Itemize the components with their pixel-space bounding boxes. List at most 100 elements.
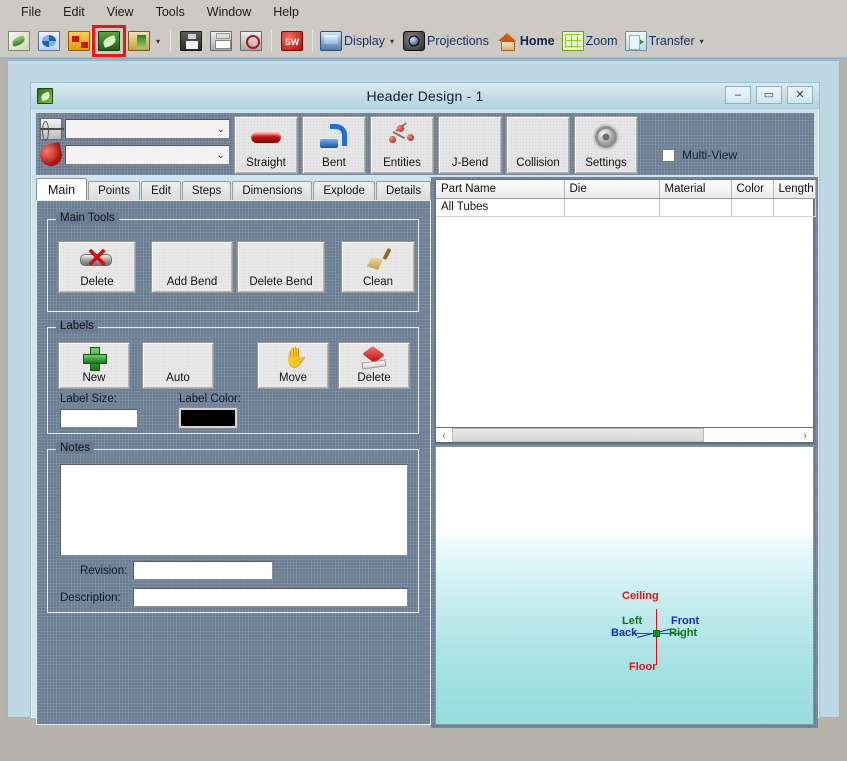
label-auto-button[interactable]: Auto <box>142 342 214 389</box>
home-label: Home <box>519 34 555 48</box>
multi-view-checkbox-row[interactable]: Multi-View <box>662 148 737 162</box>
print-preview-button[interactable] <box>236 27 266 55</box>
column-header-material[interactable]: Material <box>659 180 732 199</box>
transfer-label: Transfer <box>648 34 695 48</box>
straight-label: Straight <box>246 157 286 169</box>
scroll-track[interactable] <box>452 428 797 442</box>
new-button[interactable] <box>4 27 34 55</box>
axis-label-front: Front <box>671 615 700 627</box>
hand-icon: ✋ <box>283 346 308 369</box>
window-title-bar[interactable]: Header Design - 1 – ▭ ✕ <box>31 83 819 109</box>
save-button[interactable] <box>176 27 206 55</box>
cell-material[interactable] <box>659 198 732 217</box>
combo-column: ⌄ ⌄ <box>37 116 230 169</box>
3d-viewport[interactable]: Ceiling Left Front Back Right Floor <box>435 446 814 725</box>
zoom-grid-icon <box>561 31 584 51</box>
application-window: File Edit View Tools Window Help ▾ SW Di… <box>0 0 847 761</box>
transfer-chevron-down-icon[interactable]: ▾ <box>700 37 704 46</box>
export-button[interactable] <box>124 27 154 55</box>
transfer-button[interactable]: Transfer ▾ <box>623 31 711 51</box>
revision-input[interactable] <box>133 561 273 580</box>
settings-button[interactable]: Settings <box>574 116 638 174</box>
open-button[interactable] <box>34 27 64 55</box>
label-color-swatch[interactable] <box>178 407 238 429</box>
entities-button[interactable]: Entities <box>370 116 434 174</box>
bent-label: Bent <box>322 157 346 169</box>
menu-item-view[interactable]: View <box>96 3 145 21</box>
print-button[interactable] <box>206 27 236 55</box>
window-buttons: – ▭ ✕ <box>725 86 813 104</box>
tab-details[interactable]: Details <box>375 181 432 200</box>
parts-table-horizontal-scrollbar[interactable]: ‹ › <box>435 427 814 443</box>
die-combo[interactable]: ⌄ <box>65 119 230 139</box>
new-icon <box>8 31 30 51</box>
column-header-part-name[interactable]: Part Name <box>436 180 565 199</box>
home-button[interactable]: Home <box>494 31 560 51</box>
projections-camera-icon <box>403 31 426 51</box>
label-size-input[interactable] <box>60 409 138 428</box>
tab-points[interactable]: Points <box>88 181 141 200</box>
tab-steps[interactable]: Steps <box>181 181 232 200</box>
menu-item-tools[interactable]: Tools <box>145 3 196 21</box>
label-new-button[interactable]: New <box>58 342 130 389</box>
clean-button[interactable]: Clean <box>341 241 415 293</box>
home-icon <box>496 31 518 51</box>
parts-library-button[interactable] <box>64 27 94 55</box>
bent-button[interactable]: Bent <box>302 116 366 174</box>
column-header-length[interactable]: Length <box>773 180 816 199</box>
cell-part-name[interactable]: All Tubes <box>436 198 565 217</box>
tab-dimensions[interactable]: Dimensions <box>232 181 313 200</box>
axis-label-floor: Floor <box>629 661 657 673</box>
delete-bend-button[interactable]: Delete Bend <box>237 241 325 293</box>
revision-label: Revision: <box>80 565 128 577</box>
j-bend-label: J-Bend <box>451 157 489 169</box>
solidworks-button[interactable]: SW <box>277 27 307 55</box>
header-design-button[interactable] <box>92 25 126 57</box>
collision-button[interactable]: Collision <box>506 116 570 174</box>
collision-icon <box>507 117 569 157</box>
bend-combo-chevron-down-icon[interactable]: ⌄ <box>217 150 225 161</box>
label-move-button[interactable]: ✋ Move <box>257 342 329 389</box>
display-button[interactable]: Display ▾ <box>318 31 401 51</box>
axis-label-left: Left <box>622 615 643 627</box>
projections-button[interactable]: Projections <box>401 31 494 51</box>
cell-color[interactable] <box>731 198 774 217</box>
menu-item-edit[interactable]: Edit <box>52 3 96 21</box>
label-auto-label: Auto <box>166 372 190 384</box>
menu-item-help[interactable]: Help <box>262 3 310 21</box>
tab-explode[interactable]: Explode <box>313 181 375 200</box>
minimize-button[interactable]: – <box>725 86 751 104</box>
multi-view-checkbox[interactable] <box>662 148 675 162</box>
notes-group: Notes Revision: Description: <box>47 442 419 613</box>
menu-item-file[interactable]: File <box>10 3 52 21</box>
notes-textarea[interactable] <box>60 464 408 556</box>
cell-die[interactable] <box>564 198 660 217</box>
close-button[interactable]: ✕ <box>787 86 813 104</box>
display-chevron-down-icon[interactable]: ▾ <box>390 37 394 46</box>
tab-bar: Main Points Edit Steps Dimensions Explod… <box>36 178 432 200</box>
description-input[interactable] <box>133 588 408 607</box>
zoom-button[interactable]: Zoom <box>560 31 623 51</box>
add-bend-button[interactable]: Add Bend <box>151 241 233 293</box>
bend-combo[interactable]: ⌄ <box>65 145 230 165</box>
scroll-right-arrow-icon[interactable]: › <box>797 428 813 442</box>
parts-table[interactable]: Part Name Die Material Color Length All … <box>435 179 816 444</box>
straight-button[interactable]: Straight <box>234 116 298 174</box>
label-delete-button[interactable]: Delete <box>338 342 410 389</box>
cell-length[interactable] <box>773 198 816 217</box>
j-bend-button[interactable]: J-Bend <box>438 116 502 174</box>
column-header-die[interactable]: Die <box>564 180 660 199</box>
header-design-icon <box>98 31 120 51</box>
column-header-color[interactable]: Color <box>731 180 774 199</box>
broom-icon <box>365 242 391 276</box>
tab-edit[interactable]: Edit <box>141 181 181 200</box>
die-combo-chevron-down-icon[interactable]: ⌄ <box>217 124 225 135</box>
menu-item-window[interactable]: Window <box>196 3 262 21</box>
scroll-thumb[interactable] <box>452 428 704 442</box>
table-row[interactable]: All Tubes <box>436 198 816 217</box>
scroll-left-arrow-icon[interactable]: ‹ <box>436 428 452 442</box>
delete-button[interactable]: ✕ Delete <box>58 241 136 293</box>
tab-main[interactable]: Main <box>36 178 88 200</box>
export-chevron-down-icon[interactable]: ▾ <box>156 37 160 46</box>
maximize-button[interactable]: ▭ <box>756 86 782 104</box>
